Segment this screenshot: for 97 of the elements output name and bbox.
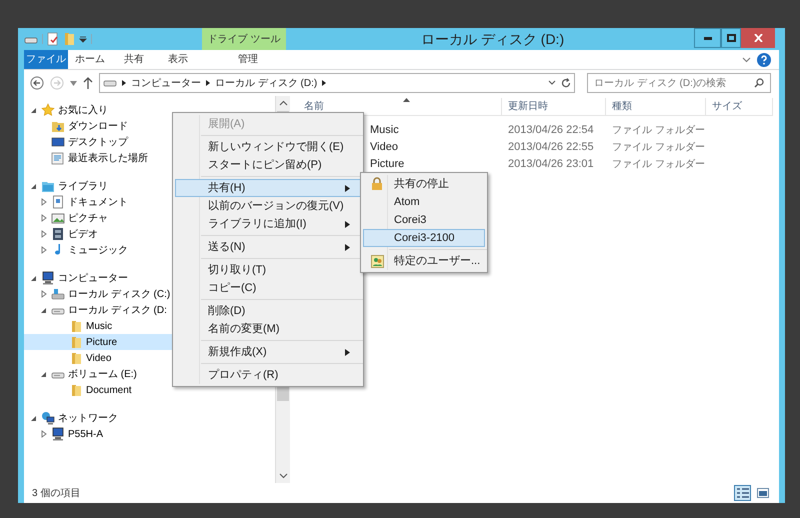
folder-icon	[69, 335, 83, 349]
menu-item[interactable]: コピー(C)	[175, 279, 361, 297]
menu-item[interactable]: 送る(N)	[175, 238, 361, 256]
up-arrow-icon[interactable]	[83, 77, 93, 89]
expanded-arrow-icon[interactable]	[30, 106, 38, 114]
column-header[interactable]: 更新日時	[502, 98, 606, 115]
menu-item[interactable]: 共有(H)	[175, 179, 361, 197]
library-icon	[41, 179, 55, 193]
details-view-button[interactable]	[734, 485, 751, 501]
search-field[interactable]: ローカル ディスク (D:)の検索	[587, 73, 771, 93]
nav-item[interactable]: Document	[24, 382, 275, 398]
recent-places-icon	[51, 151, 65, 165]
computer-icon	[41, 271, 55, 285]
close-icon	[754, 34, 762, 42]
network-icon	[41, 411, 55, 425]
breadcrumb[interactable]: コンピューター	[131, 76, 201, 90]
ribbon-tab[interactable]: 表示	[156, 50, 200, 69]
expanded-arrow-icon[interactable]	[30, 182, 38, 190]
breadcrumb[interactable]: ローカル ディスク (D:)	[215, 76, 318, 90]
close-button[interactable]	[741, 28, 775, 48]
customize-dropdown-icon[interactable]	[79, 35, 87, 43]
minimize-icon	[704, 36, 712, 40]
download-folder-icon	[51, 119, 65, 133]
users-icon	[370, 254, 384, 268]
maximize-button[interactable]	[721, 28, 741, 48]
collapsed-arrow-icon[interactable]	[40, 430, 48, 438]
system-drive-icon	[51, 287, 65, 301]
address-bar[interactable]: コンピューター ローカル ディスク (D:)	[99, 73, 575, 93]
details-view-icon	[736, 488, 748, 498]
breadcrumb-arrow-icon[interactable]	[206, 80, 210, 86]
menu-item[interactable]: スタートにピン留め(P)	[175, 156, 361, 174]
properties-icon[interactable]	[47, 32, 59, 46]
file-name[interactable]: Music	[370, 124, 399, 136]
sort-ascending-icon	[403, 98, 410, 102]
window-title: ローカル ディスク (D:)	[421, 30, 564, 49]
menu-item[interactable]: 以前のバージョンの復元(V)	[175, 197, 361, 215]
picture-library-icon	[51, 211, 65, 225]
submenu-arrow-icon	[345, 220, 350, 228]
breadcrumb-arrow-icon[interactable]	[322, 80, 326, 86]
modified-date: 2013/04/26 22:55	[508, 141, 594, 154]
file-type: ファイル フォルダー	[612, 125, 705, 136]
item-count: 3 個の項目	[32, 486, 80, 500]
dropdown-icon[interactable]	[548, 80, 556, 86]
menu-item[interactable]: 切り取り(T)	[175, 261, 361, 279]
expand-ribbon-icon[interactable]	[742, 56, 751, 62]
star-icon	[41, 103, 55, 117]
file-type: ファイル フォルダー	[612, 142, 705, 154]
drive-icon	[103, 78, 117, 88]
recent-locations-icon[interactable]	[70, 80, 77, 86]
modified-date: 2013/04/26 23:01	[508, 158, 594, 170]
modified-date: 2013/04/26 22:54	[508, 124, 594, 136]
contextual-tab-group: ドライブ ツール	[202, 28, 286, 50]
expanded-arrow-icon[interactable]	[40, 370, 48, 378]
back-icon[interactable]	[30, 76, 44, 90]
menu-item[interactable]: 共有の停止	[363, 175, 485, 193]
help-icon[interactable]	[757, 52, 771, 66]
large-icons-view-button[interactable]	[754, 485, 771, 501]
film-icon	[51, 227, 65, 241]
file-name[interactable]: Video	[370, 141, 398, 154]
expanded-arrow-icon[interactable]	[40, 306, 48, 314]
menu-item[interactable]: 新しいウィンドウで開く(E)	[175, 138, 361, 156]
menu-item[interactable]: Atom	[363, 193, 485, 211]
refresh-icon[interactable]	[561, 78, 571, 88]
ribbon-tab[interactable]: 共有	[112, 50, 156, 69]
submenu-arrow-icon	[345, 348, 350, 356]
file-name[interactable]: Picture	[370, 158, 404, 170]
folder-icon	[69, 383, 83, 397]
minimize-button[interactable]	[694, 28, 721, 48]
submenu-arrow-icon	[345, 184, 350, 192]
menu-item[interactable]: 特定のユーザー...	[363, 252, 485, 270]
padlock-icon	[371, 177, 383, 191]
breadcrumb-arrow-icon[interactable]	[122, 80, 126, 86]
computer-icon	[51, 427, 65, 441]
ribbon-tab[interactable]: ホーム	[68, 50, 112, 69]
expanded-arrow-icon[interactable]	[30, 274, 38, 282]
folder-icon	[69, 351, 83, 365]
menu-item[interactable]: Corei3-2100	[363, 229, 485, 247]
column-header[interactable]: サイズ	[706, 98, 773, 115]
nav-item[interactable]: お気に入り	[24, 102, 275, 118]
submenu-arrow-icon	[345, 244, 350, 250]
collapsed-arrow-icon[interactable]	[40, 290, 48, 298]
expanded-arrow-icon[interactable]	[30, 414, 38, 422]
document-icon	[51, 195, 65, 209]
large-icons-view-icon	[756, 488, 768, 498]
maximize-icon	[726, 34, 736, 42]
ribbon-tab[interactable]: ファイル	[24, 50, 68, 69]
nav-item[interactable]: ネットワーク	[24, 410, 275, 426]
file-type: ファイル フォルダー	[612, 159, 705, 170]
column-header[interactable]: 種類	[606, 98, 706, 115]
desktop-icon	[51, 135, 65, 149]
menu-item[interactable]: ライブラリに追加(I)	[175, 215, 361, 233]
menu-item[interactable]: 削除(D)	[175, 302, 361, 320]
menu-item[interactable]: Corei3	[363, 211, 485, 229]
menu-item[interactable]: プロパティ(R)	[175, 366, 361, 384]
folder-icon	[69, 319, 83, 333]
search-icon	[754, 78, 764, 88]
nav-item[interactable]: P55H-A	[24, 426, 275, 442]
